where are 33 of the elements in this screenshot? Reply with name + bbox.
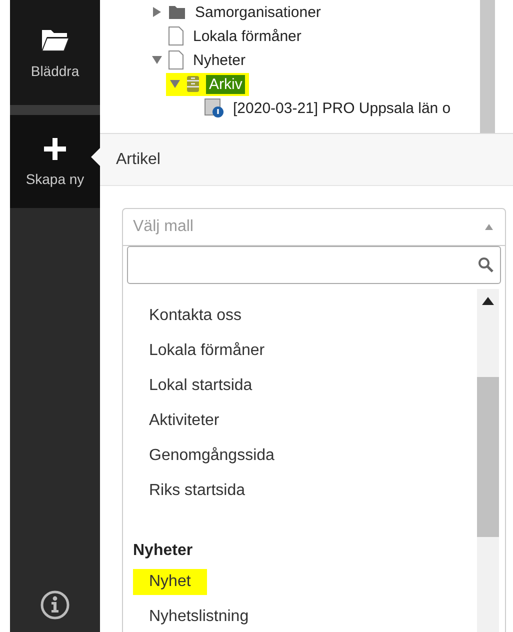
sidebar-button[interactable]: Bläddra [10, 0, 100, 105]
option-item[interactable]: Nyhetslistning [133, 604, 265, 630]
option-item[interactable]: Lokala förmåner [133, 338, 281, 364]
option-item[interactable]: Aktiviteter [133, 408, 236, 434]
scrollbar[interactable] [480, 0, 495, 133]
option-item[interactable]: Genomgångssida [133, 442, 290, 468]
search-icon [478, 257, 494, 273]
scroll-up-icon[interactable] [482, 297, 494, 305]
scrollbar[interactable] [477, 289, 499, 632]
tree-item[interactable]: [2020-03-21] PRO Uppsala län o [230, 98, 454, 118]
option-item[interactable]: Nyhet [133, 568, 207, 594]
option-item[interactable]: Riks startsida [133, 478, 262, 504]
folder-icon [168, 4, 186, 20]
tree-item[interactable]: Samorganisationer [192, 2, 324, 22]
page-icon [168, 50, 184, 70]
page-icon [168, 26, 184, 46]
option-item[interactable]: Kontakta oss [133, 302, 258, 328]
option-item[interactable]: Lokal startsida [133, 372, 268, 398]
info-icon[interactable] [40, 590, 70, 620]
caret-icon[interactable] [152, 7, 162, 17]
caret-icon[interactable] [170, 79, 180, 89]
caret-icon[interactable] [152, 55, 162, 65]
tree-item[interactable]: Nyheter [190, 50, 249, 70]
news-info-icon [204, 98, 224, 118]
cabinet-icon [186, 75, 200, 93]
tree-item[interactable]: Lokala förmåner [190, 26, 304, 46]
group-heading: Nyheter [133, 542, 193, 560]
caret-icon [485, 224, 493, 230]
popover-title: Artikel [116, 150, 160, 168]
plus-icon [43, 136, 67, 160]
search-field[interactable] [127, 246, 501, 284]
tree-item[interactable]: Arkiv [206, 74, 246, 94]
sidebar-button[interactable]: Skapa ny [10, 115, 100, 208]
